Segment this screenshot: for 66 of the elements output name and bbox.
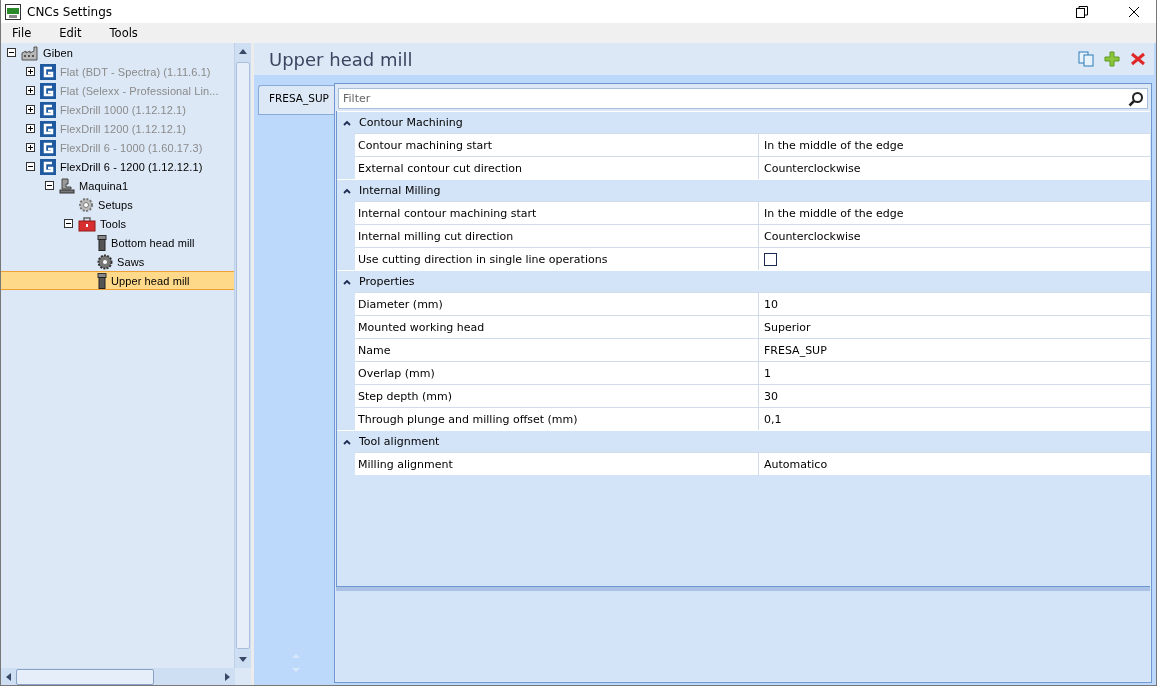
tab[interactable]: FRESA_SUP bbox=[258, 85, 335, 115]
category-label: Contour Machining bbox=[359, 116, 463, 129]
restore-icon[interactable] bbox=[1076, 5, 1088, 18]
checkbox[interactable] bbox=[764, 252, 777, 266]
window-title: CNCs Settings bbox=[27, 4, 113, 19]
search-icon[interactable] bbox=[1128, 91, 1144, 107]
tree-item[interactable]: Maquina1 bbox=[78, 179, 130, 192]
category-label: Tool alignment bbox=[359, 435, 440, 448]
scroll-right-icon[interactable] bbox=[225, 672, 230, 681]
menu-item[interactable]: File bbox=[5, 26, 39, 40]
vertical-scrollbar[interactable] bbox=[234, 43, 251, 668]
property-value[interactable]: 10 bbox=[759, 293, 1150, 315]
logo-icon bbox=[40, 82, 56, 99]
property-value[interactable]: In the middle of the edge bbox=[759, 202, 1150, 224]
property-value[interactable]: 30 bbox=[759, 385, 1150, 407]
logo-icon bbox=[40, 139, 56, 156]
menu-item[interactable]: Tools bbox=[102, 26, 145, 40]
horizontal-scrollbar[interactable] bbox=[1, 668, 251, 685]
scroll-up-icon[interactable] bbox=[239, 49, 247, 54]
delete-icon[interactable] bbox=[1130, 51, 1146, 67]
scrollbar-corner bbox=[235, 668, 251, 685]
property-value[interactable]: In the middle of the edge bbox=[759, 134, 1150, 156]
property-value[interactable]: 1 bbox=[759, 362, 1150, 384]
scroll-thumb[interactable] bbox=[236, 62, 250, 649]
tree-item[interactable]: Tools bbox=[99, 217, 128, 230]
property-name: Milling alignment bbox=[355, 453, 759, 475]
logo-icon bbox=[40, 101, 56, 118]
factory-icon bbox=[21, 44, 39, 61]
tree-item[interactable]: FlexDrill 6 - 1200 (1.12.12.1) bbox=[59, 160, 204, 173]
end-mill-icon bbox=[97, 234, 107, 251]
close-icon[interactable] bbox=[1128, 5, 1140, 18]
tree-item[interactable]: Setups bbox=[97, 198, 134, 211]
menu-item[interactable]: Edit bbox=[52, 26, 89, 40]
tree-item[interactable]: Giben bbox=[42, 46, 74, 59]
selected-tree-row[interactable]: Upper head mill bbox=[1, 271, 234, 290]
filter-field[interactable]: Filter bbox=[338, 88, 1148, 109]
property-value[interactable]: Superior bbox=[759, 316, 1150, 338]
category-label: Properties bbox=[359, 275, 415, 288]
machine-icon bbox=[59, 177, 75, 194]
collapse-icon[interactable] bbox=[45, 181, 54, 190]
collapse-icon[interactable] bbox=[7, 48, 16, 57]
property-value[interactable]: Counterclockwise bbox=[759, 225, 1150, 247]
property-value[interactable]: Counterclockwise bbox=[759, 157, 1150, 179]
logo-icon bbox=[40, 158, 56, 175]
saw-blade-icon bbox=[97, 253, 113, 270]
logo-icon bbox=[40, 120, 56, 137]
end-mill-icon bbox=[97, 272, 107, 289]
splitter-handle[interactable] bbox=[336, 586, 1150, 591]
collapse-icon[interactable] bbox=[26, 162, 35, 171]
app-icon bbox=[5, 3, 21, 20]
scroll-thumb[interactable] bbox=[16, 668, 154, 685]
logo-icon bbox=[40, 63, 56, 80]
tree-item[interactable]: Saws bbox=[116, 255, 146, 268]
gear-icon bbox=[78, 196, 94, 213]
toolbox-icon bbox=[78, 215, 96, 232]
property-value[interactable]: Automatico bbox=[759, 453, 1150, 475]
property-value[interactable]: 0,1 bbox=[759, 408, 1150, 430]
category-label: Internal Milling bbox=[359, 184, 441, 197]
tree-item[interactable]: Bottom head mill bbox=[110, 236, 196, 249]
scroll-left-icon[interactable] bbox=[6, 672, 11, 681]
scroll-down-icon[interactable] bbox=[239, 657, 247, 662]
tree-item[interactable]: Upper head mill bbox=[110, 274, 191, 287]
collapse-icon[interactable] bbox=[64, 219, 73, 228]
page-title: Upper head mill bbox=[269, 48, 413, 70]
copy-icon[interactable] bbox=[1078, 51, 1094, 67]
property-value[interactable]: FRESA_SUP bbox=[759, 339, 1150, 361]
